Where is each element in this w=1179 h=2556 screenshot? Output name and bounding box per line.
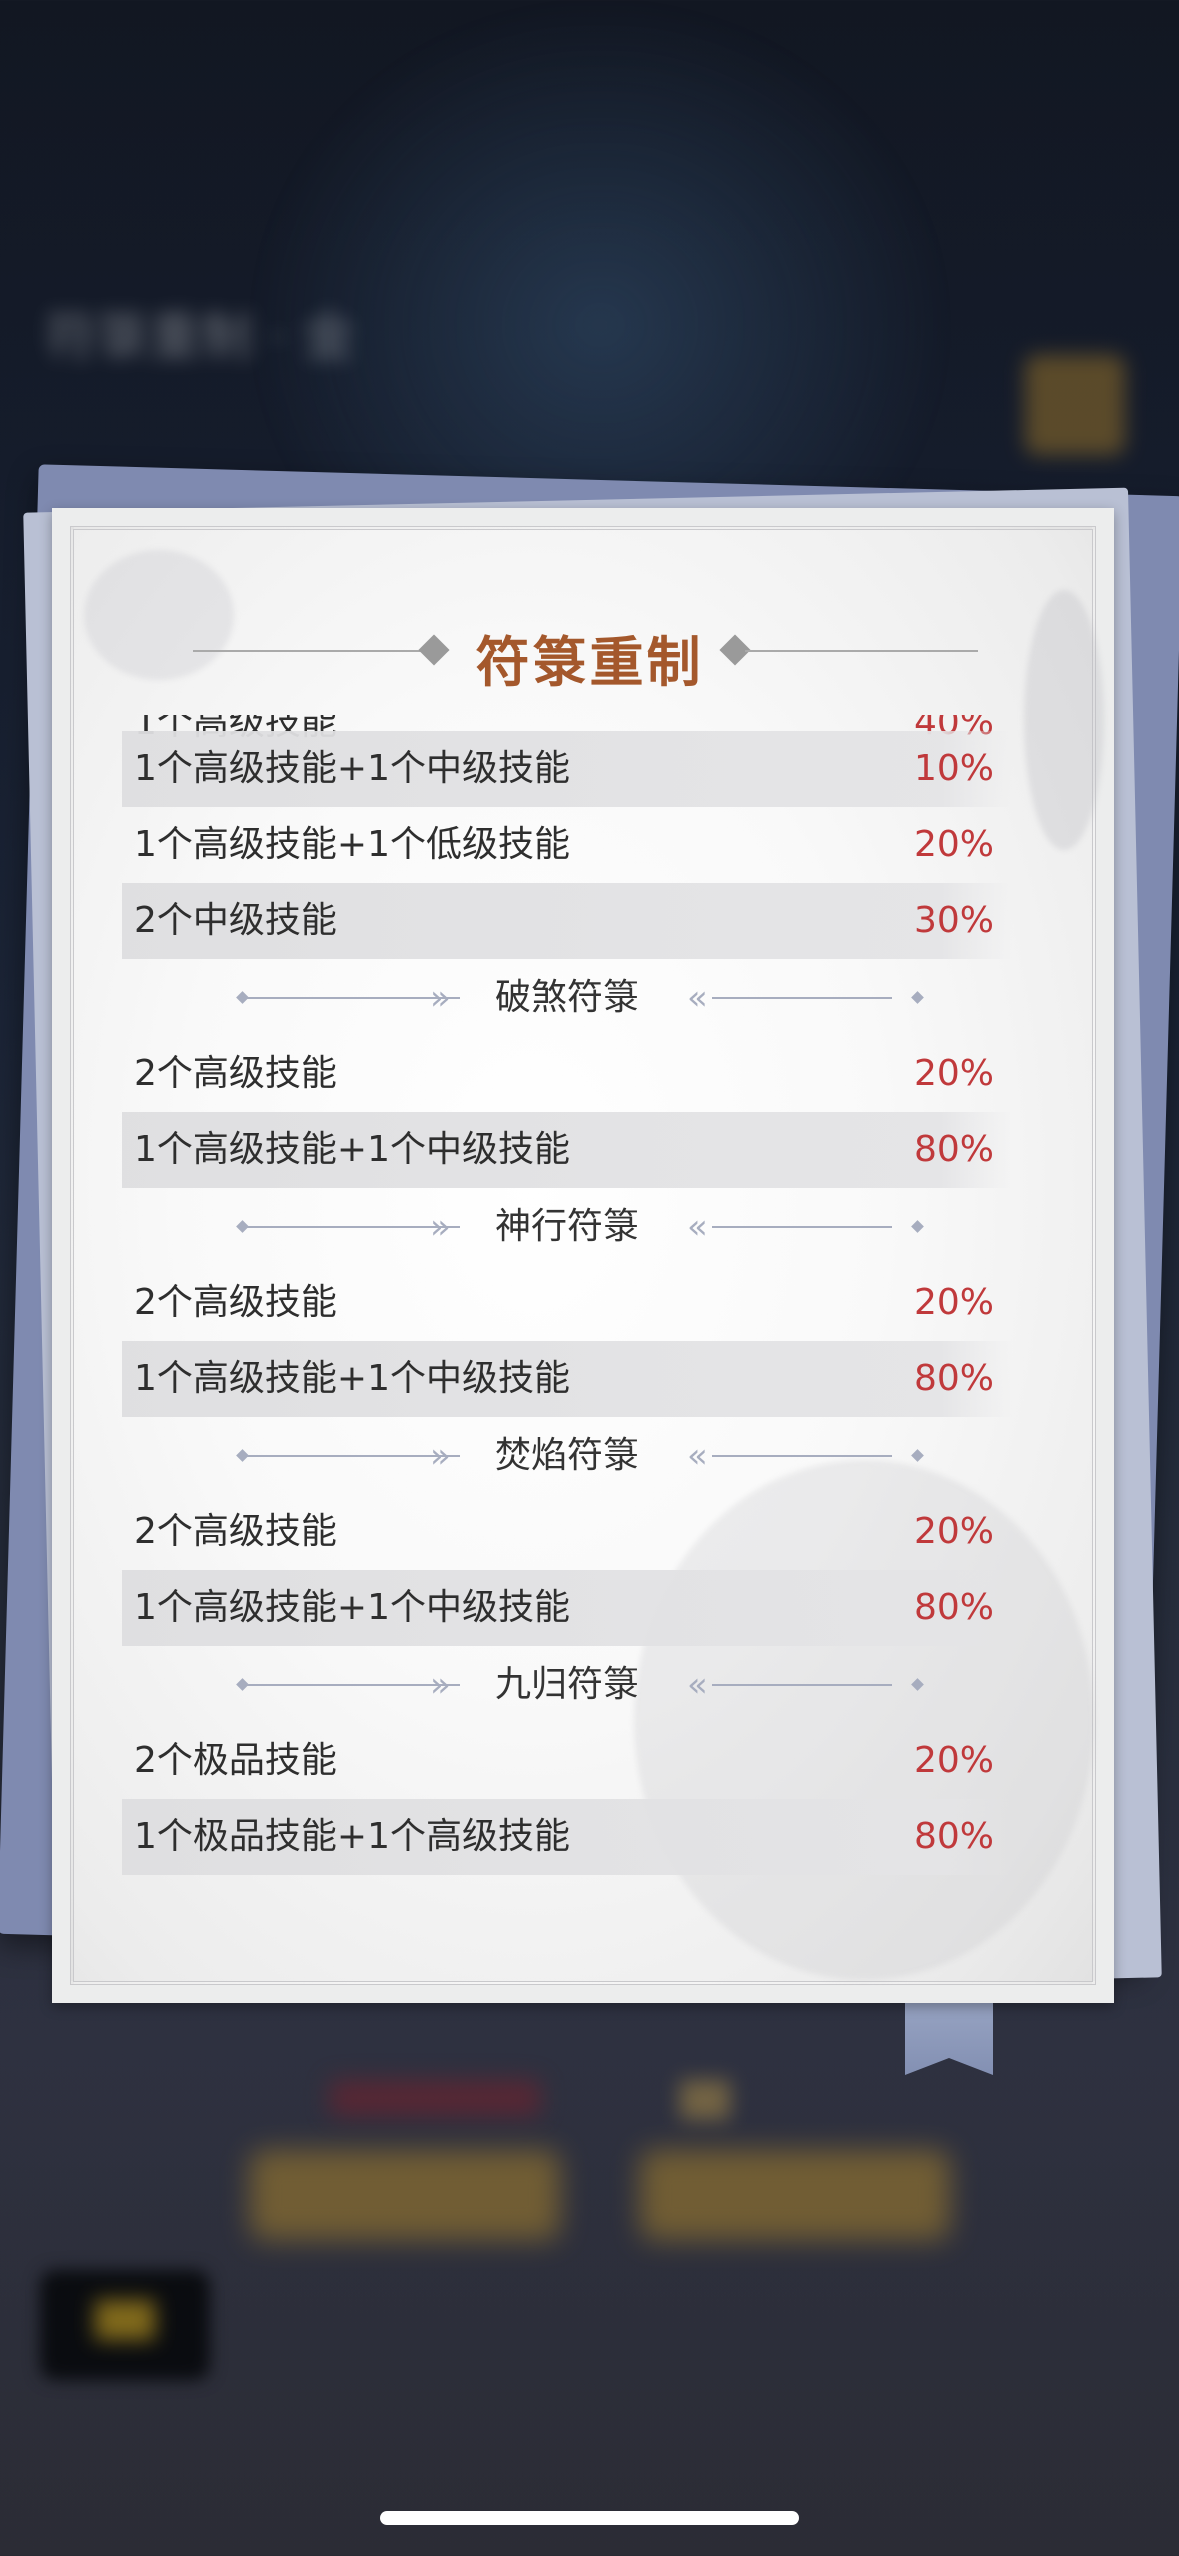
row-percent: 20% bbox=[913, 824, 994, 865]
probability-list[interactable]: 1个高级技能 40% 1个高级技能+1个中级技能 10% 1个高级技能+1个低级… bbox=[122, 715, 1012, 1905]
row-label: 2个高级技能 bbox=[134, 1511, 337, 1552]
chevron-left-double-icon: « bbox=[687, 978, 708, 1018]
row-label: 1个高级技能+1个低级技能 bbox=[134, 824, 570, 865]
header-line-right bbox=[745, 650, 978, 652]
row-label: 1个高级技能+1个中级技能 bbox=[134, 1358, 570, 1399]
row-percent: 20% bbox=[913, 1740, 994, 1781]
row-percent: 80% bbox=[913, 1587, 994, 1628]
row-percent: 20% bbox=[913, 1282, 994, 1323]
row-label: 1个极品技能+1个高级技能 bbox=[134, 1816, 570, 1857]
list-item: 1个高级技能+1个中级技能 80% bbox=[122, 1570, 1012, 1646]
divider-line bbox=[712, 1455, 892, 1457]
row-percent: 80% bbox=[913, 1358, 994, 1399]
row-percent: 10% bbox=[913, 748, 994, 789]
home-indicator[interactable] bbox=[380, 2511, 799, 2525]
dialog-title: 符箓重制 bbox=[475, 631, 704, 694]
section-header: » 破煞符箓 « bbox=[122, 959, 1012, 1036]
divider-line bbox=[712, 997, 892, 999]
list-item: 2个高级技能 20% bbox=[122, 1494, 1012, 1570]
list-item: 1个高级技能+1个中级技能 80% bbox=[122, 1341, 1012, 1417]
background-red-label bbox=[330, 2080, 540, 2116]
divider-line bbox=[712, 1684, 892, 1686]
background-title: 符箓重制 · 金 bbox=[45, 308, 355, 368]
list-item: 1个高级技能+1个中级技能 80% bbox=[122, 1112, 1012, 1188]
list-item: 1个高级技能+1个中级技能 10% bbox=[122, 731, 1012, 807]
section-header: » 神行符箓 « bbox=[122, 1188, 1012, 1265]
dialog-header: 符箓重制 bbox=[0, 605, 1179, 695]
list-item: 2个高级技能 20% bbox=[122, 1036, 1012, 1112]
section-header: » 焚焰符箓 « bbox=[122, 1417, 1012, 1494]
row-percent: 20% bbox=[913, 1511, 994, 1552]
row-label: 2个高级技能 bbox=[134, 1282, 337, 1323]
row-percent: 30% bbox=[913, 900, 994, 941]
chevron-left-double-icon: « bbox=[687, 1436, 708, 1476]
background-chest-icon bbox=[1025, 355, 1125, 455]
divider-line bbox=[712, 1226, 892, 1228]
background-button-right bbox=[640, 2150, 950, 2240]
row-label: 2个极品技能 bbox=[134, 1740, 337, 1781]
list-item: 2个极品技能 20% bbox=[122, 1723, 1012, 1799]
row-label: 1个高级技能+1个中级技能 bbox=[134, 748, 570, 789]
background-coin-icon bbox=[680, 2080, 730, 2120]
chevron-left-double-icon: « bbox=[687, 1207, 708, 1247]
list-item: 1个极品技能+1个高级技能 80% bbox=[122, 1799, 1012, 1875]
row-percent: 80% bbox=[913, 1129, 994, 1170]
list-item: 2个高级技能 20% bbox=[122, 1265, 1012, 1341]
row-label: 2个中级技能 bbox=[134, 900, 337, 941]
row-label: 2个高级技能 bbox=[134, 1053, 337, 1094]
list-item: 1个高级技能 40% bbox=[122, 715, 1012, 743]
row-label: 1个高级技能+1个中级技能 bbox=[134, 1587, 570, 1628]
background-button-left bbox=[250, 2150, 560, 2240]
list-item: 2个中级技能 30% bbox=[122, 883, 1012, 959]
section-header: » 九归符箓 « bbox=[122, 1646, 1012, 1723]
chevron-left-double-icon: « bbox=[687, 1665, 708, 1705]
row-percent: 80% bbox=[913, 1816, 994, 1857]
background-corner-icon bbox=[95, 2300, 155, 2340]
row-percent: 20% bbox=[913, 1053, 994, 1094]
list-item: 1个高级技能+1个低级技能 20% bbox=[122, 807, 1012, 883]
row-label: 1个高级技能+1个中级技能 bbox=[134, 1129, 570, 1170]
